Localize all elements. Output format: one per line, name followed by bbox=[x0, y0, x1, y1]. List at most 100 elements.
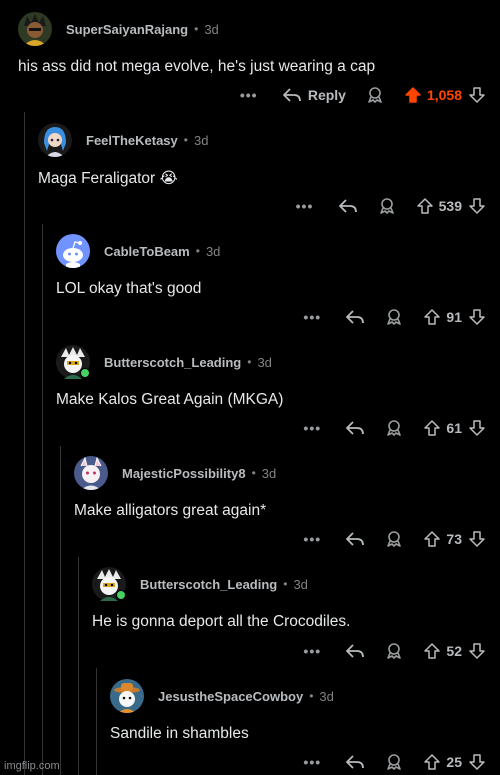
vote-score: 91 bbox=[446, 309, 462, 325]
downvote-icon bbox=[469, 643, 485, 659]
downvote-button[interactable] bbox=[468, 308, 486, 326]
downvote-button[interactable] bbox=[468, 530, 486, 548]
award-button[interactable] bbox=[385, 308, 403, 326]
thread-line[interactable] bbox=[78, 557, 79, 775]
upvote-button[interactable] bbox=[423, 753, 441, 771]
downvote-button[interactable] bbox=[468, 753, 486, 771]
award-icon bbox=[387, 643, 402, 659]
vote-score: 1,058 bbox=[426, 87, 462, 103]
reply-button[interactable] bbox=[345, 309, 365, 325]
reply-button[interactable] bbox=[345, 420, 365, 436]
username[interactable]: FeelTheKetasy bbox=[86, 133, 178, 148]
award-button[interactable] bbox=[385, 530, 403, 548]
butterscotch-avatar-icon[interactable] bbox=[56, 345, 90, 379]
reply-icon bbox=[346, 532, 365, 546]
timestamp: 3d bbox=[261, 465, 277, 481]
thread-line[interactable] bbox=[42, 224, 43, 775]
reply-button[interactable] bbox=[345, 531, 365, 547]
cowboy-avatar-icon[interactable] bbox=[110, 679, 144, 713]
downvote-icon bbox=[469, 531, 485, 547]
timestamp: 3d bbox=[319, 688, 334, 704]
downvote-button[interactable] bbox=[468, 86, 486, 104]
award-button[interactable] bbox=[366, 86, 384, 104]
downvote-button[interactable] bbox=[468, 419, 486, 437]
separator-dot: • bbox=[194, 22, 199, 36]
award-button[interactable] bbox=[385, 419, 403, 437]
separator-dot: • bbox=[195, 244, 200, 258]
vote-score: 25 bbox=[446, 754, 462, 770]
separator-dot: • bbox=[309, 689, 314, 703]
thread-line[interactable] bbox=[24, 112, 25, 775]
separator-dot: • bbox=[283, 577, 288, 591]
reply-button[interactable] bbox=[338, 198, 358, 214]
timestamp: 3d bbox=[205, 243, 221, 259]
award-icon bbox=[387, 420, 402, 436]
award-button[interactable] bbox=[378, 197, 396, 215]
reply-icon bbox=[346, 644, 365, 658]
vote-score: 539 bbox=[438, 198, 462, 214]
upvote-icon bbox=[424, 754, 441, 770]
upvote-button[interactable] bbox=[423, 308, 441, 326]
comment-text: Maga Feraligator 😭 bbox=[38, 170, 178, 187]
more-options-button[interactable]: ••• bbox=[240, 87, 262, 103]
upvote-icon bbox=[424, 309, 441, 325]
more-options-button[interactable]: ••• bbox=[303, 643, 325, 659]
award-icon bbox=[379, 198, 394, 214]
timestamp: 3d bbox=[204, 21, 219, 37]
comment-text: Sandile in shambles bbox=[110, 725, 249, 742]
vote-score: 73 bbox=[446, 531, 462, 547]
username[interactable]: CableToBeam bbox=[104, 244, 190, 259]
username[interactable]: Butterscotch_Leading bbox=[140, 577, 277, 592]
username[interactable]: JesustheSpaceCowboy bbox=[158, 689, 303, 704]
more-options-button[interactable]: ••• bbox=[303, 754, 325, 770]
comment-text: Make Kalos Great Again (MKGA) bbox=[56, 391, 284, 408]
downvote-icon bbox=[469, 754, 485, 770]
downvote-button[interactable] bbox=[468, 197, 486, 215]
upvote-button[interactable] bbox=[423, 642, 441, 660]
reply-icon bbox=[338, 199, 357, 213]
more-options-button[interactable]: ••• bbox=[303, 531, 325, 547]
award-button[interactable] bbox=[385, 642, 403, 660]
reply-icon bbox=[282, 88, 301, 102]
reply-icon bbox=[346, 755, 365, 769]
reply-button[interactable] bbox=[345, 754, 365, 770]
blue-hair-avatar-icon[interactable] bbox=[38, 123, 72, 157]
reply-icon bbox=[346, 421, 365, 435]
upvote-icon bbox=[424, 643, 441, 659]
reply-button[interactable]: Reply bbox=[282, 87, 346, 103]
upvote-button[interactable] bbox=[423, 419, 441, 437]
thread-line[interactable] bbox=[96, 668, 97, 775]
downvote-button[interactable] bbox=[468, 642, 486, 660]
upvote-button[interactable] bbox=[423, 530, 441, 548]
timestamp: 3d bbox=[257, 354, 272, 370]
separator-dot: • bbox=[251, 466, 256, 480]
reply-button[interactable] bbox=[345, 643, 365, 659]
upvote-icon bbox=[424, 420, 441, 436]
default-snoo-avatar-icon[interactable] bbox=[56, 234, 90, 268]
timestamp: 3d bbox=[293, 576, 308, 592]
downvote-icon bbox=[469, 198, 485, 214]
username[interactable]: SuperSaiyanRajang bbox=[66, 22, 188, 37]
upvote-button[interactable] bbox=[416, 197, 434, 215]
online-status-icon bbox=[80, 368, 90, 378]
comment-text: LOL okay that's good bbox=[56, 280, 202, 297]
separator-dot: • bbox=[247, 355, 252, 369]
award-button[interactable] bbox=[385, 753, 403, 771]
comment-text: his ass did not mega evolve, he's just w… bbox=[18, 58, 376, 75]
butterscotch-avatar-icon[interactable] bbox=[92, 567, 126, 601]
username[interactable]: MajesticPossibility8 bbox=[122, 466, 246, 481]
upvote-button[interactable] bbox=[404, 86, 422, 104]
timestamp: 3d bbox=[193, 132, 209, 148]
username[interactable]: Butterscotch_Leading bbox=[104, 355, 241, 370]
upvote-icon bbox=[405, 87, 421, 103]
more-options-button[interactable]: ••• bbox=[303, 309, 325, 325]
downvote-icon bbox=[469, 87, 485, 103]
more-options-button[interactable]: ••• bbox=[303, 420, 325, 436]
downvote-icon bbox=[469, 309, 485, 325]
saiyan-avatar-icon[interactable] bbox=[18, 12, 52, 46]
more-options-button[interactable]: ••• bbox=[296, 198, 318, 214]
downvote-icon bbox=[469, 420, 485, 436]
thread-line[interactable] bbox=[60, 446, 61, 775]
majestic-avatar-icon[interactable] bbox=[74, 456, 108, 490]
vote-score: 61 bbox=[446, 420, 462, 436]
